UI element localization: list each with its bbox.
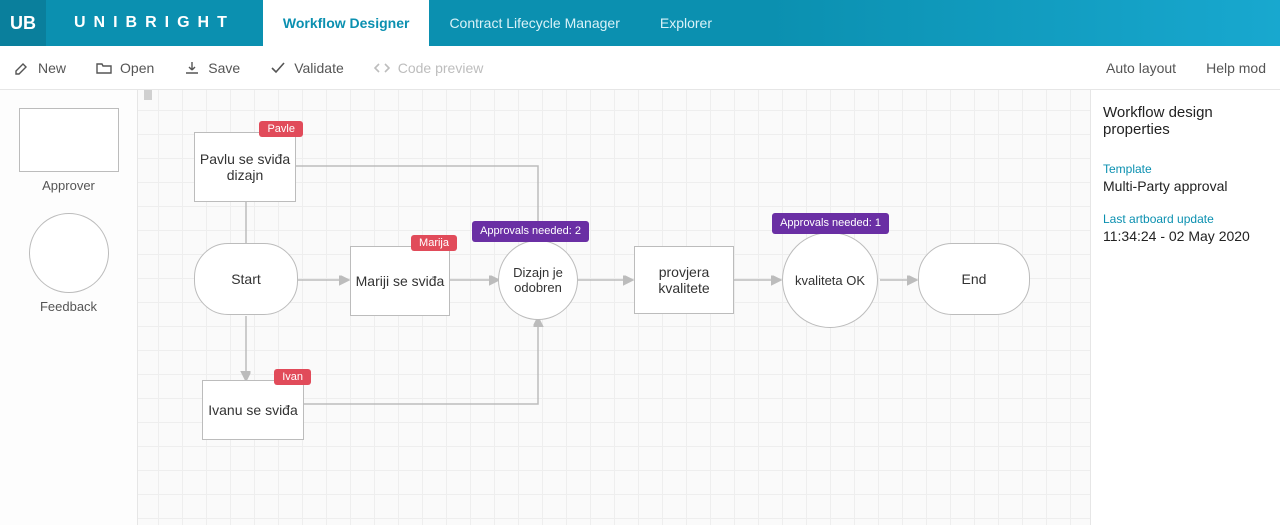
palette-feedback-label: Feedback — [40, 299, 97, 314]
auto-layout-button[interactable]: Auto layout — [1106, 60, 1176, 76]
new-label: New — [38, 60, 66, 76]
node-end[interactable]: End — [918, 243, 1030, 315]
logo-icon: UB — [0, 0, 46, 46]
validate-button[interactable]: Validate — [270, 60, 344, 76]
help-button[interactable]: Help mod — [1206, 60, 1266, 76]
new-button[interactable]: New — [14, 60, 66, 76]
validate-label: Validate — [294, 60, 344, 76]
tag-marija: Marija — [411, 235, 457, 251]
code-icon — [374, 60, 390, 76]
palette-approver[interactable]: Approver — [19, 108, 119, 193]
tab-workflow-designer[interactable]: Workflow Designer — [263, 0, 430, 46]
updated-value: 11:34:24 - 02 May 2020 — [1103, 228, 1268, 244]
properties-panel: Workflow design properties Template Mult… — [1090, 90, 1280, 525]
tab-explorer[interactable]: Explorer — [640, 0, 732, 46]
node-provjera[interactable]: provjera kvalitete — [634, 246, 734, 314]
palette-feedback[interactable]: Feedback — [29, 213, 109, 314]
properties-title: Workflow design properties — [1103, 104, 1268, 138]
tag-ivan: Ivan — [274, 369, 311, 385]
open-button[interactable]: Open — [96, 60, 154, 76]
approver-shape-icon — [19, 108, 119, 172]
template-label: Template — [1103, 162, 1268, 176]
download-icon — [184, 60, 200, 76]
nav-tabs: Workflow Designer Contract Lifecycle Man… — [263, 0, 732, 46]
nodes-layer: Start Pavle Pavlu se sviđa dizajn Marija… — [138, 90, 1090, 525]
pencil-icon — [14, 60, 30, 76]
feedback-shape-icon — [29, 213, 109, 293]
toolbar: New Open Save Validate Code preview Auto… — [0, 46, 1280, 90]
tag-approvals-1: Approvals needed: 1 — [772, 213, 889, 234]
tag-pavle: Pavle — [259, 121, 303, 137]
save-label: Save — [208, 60, 240, 76]
folder-icon — [96, 60, 112, 76]
code-preview-label: Code preview — [398, 60, 484, 76]
node-start[interactable]: Start — [194, 243, 298, 315]
tab-contract-lifecycle[interactable]: Contract Lifecycle Manager — [429, 0, 639, 46]
node-pavlu[interactable]: Pavle Pavlu se sviđa dizajn — [194, 132, 296, 202]
workspace: Approver Feedback — [0, 90, 1280, 525]
updated-label: Last artboard update — [1103, 212, 1268, 226]
open-label: Open — [120, 60, 154, 76]
save-button[interactable]: Save — [184, 60, 240, 76]
palette-approver-label: Approver — [42, 178, 95, 193]
check-icon — [270, 60, 286, 76]
node-mariji[interactable]: Marija Mariji se sviđa — [350, 246, 450, 316]
canvas[interactable]: Start Pavle Pavlu se sviđa dizajn Marija… — [138, 90, 1090, 525]
node-ivanu[interactable]: Ivan Ivanu se sviđa — [202, 380, 304, 440]
top-bar: UB UNIBRIGHT Workflow Designer Contract … — [0, 0, 1280, 46]
palette: Approver Feedback — [0, 90, 138, 525]
brand-name: UNIBRIGHT — [46, 0, 263, 46]
node-kvaliteta[interactable]: Approvals needed: 1 kvaliteta OK — [782, 232, 878, 328]
code-preview-button[interactable]: Code preview — [374, 60, 484, 76]
template-value: Multi-Party approval — [1103, 178, 1268, 194]
tag-approvals-2: Approvals needed: 2 — [472, 221, 589, 242]
node-dizajn[interactable]: Approvals needed: 2 Dizajn je odobren — [498, 240, 578, 320]
